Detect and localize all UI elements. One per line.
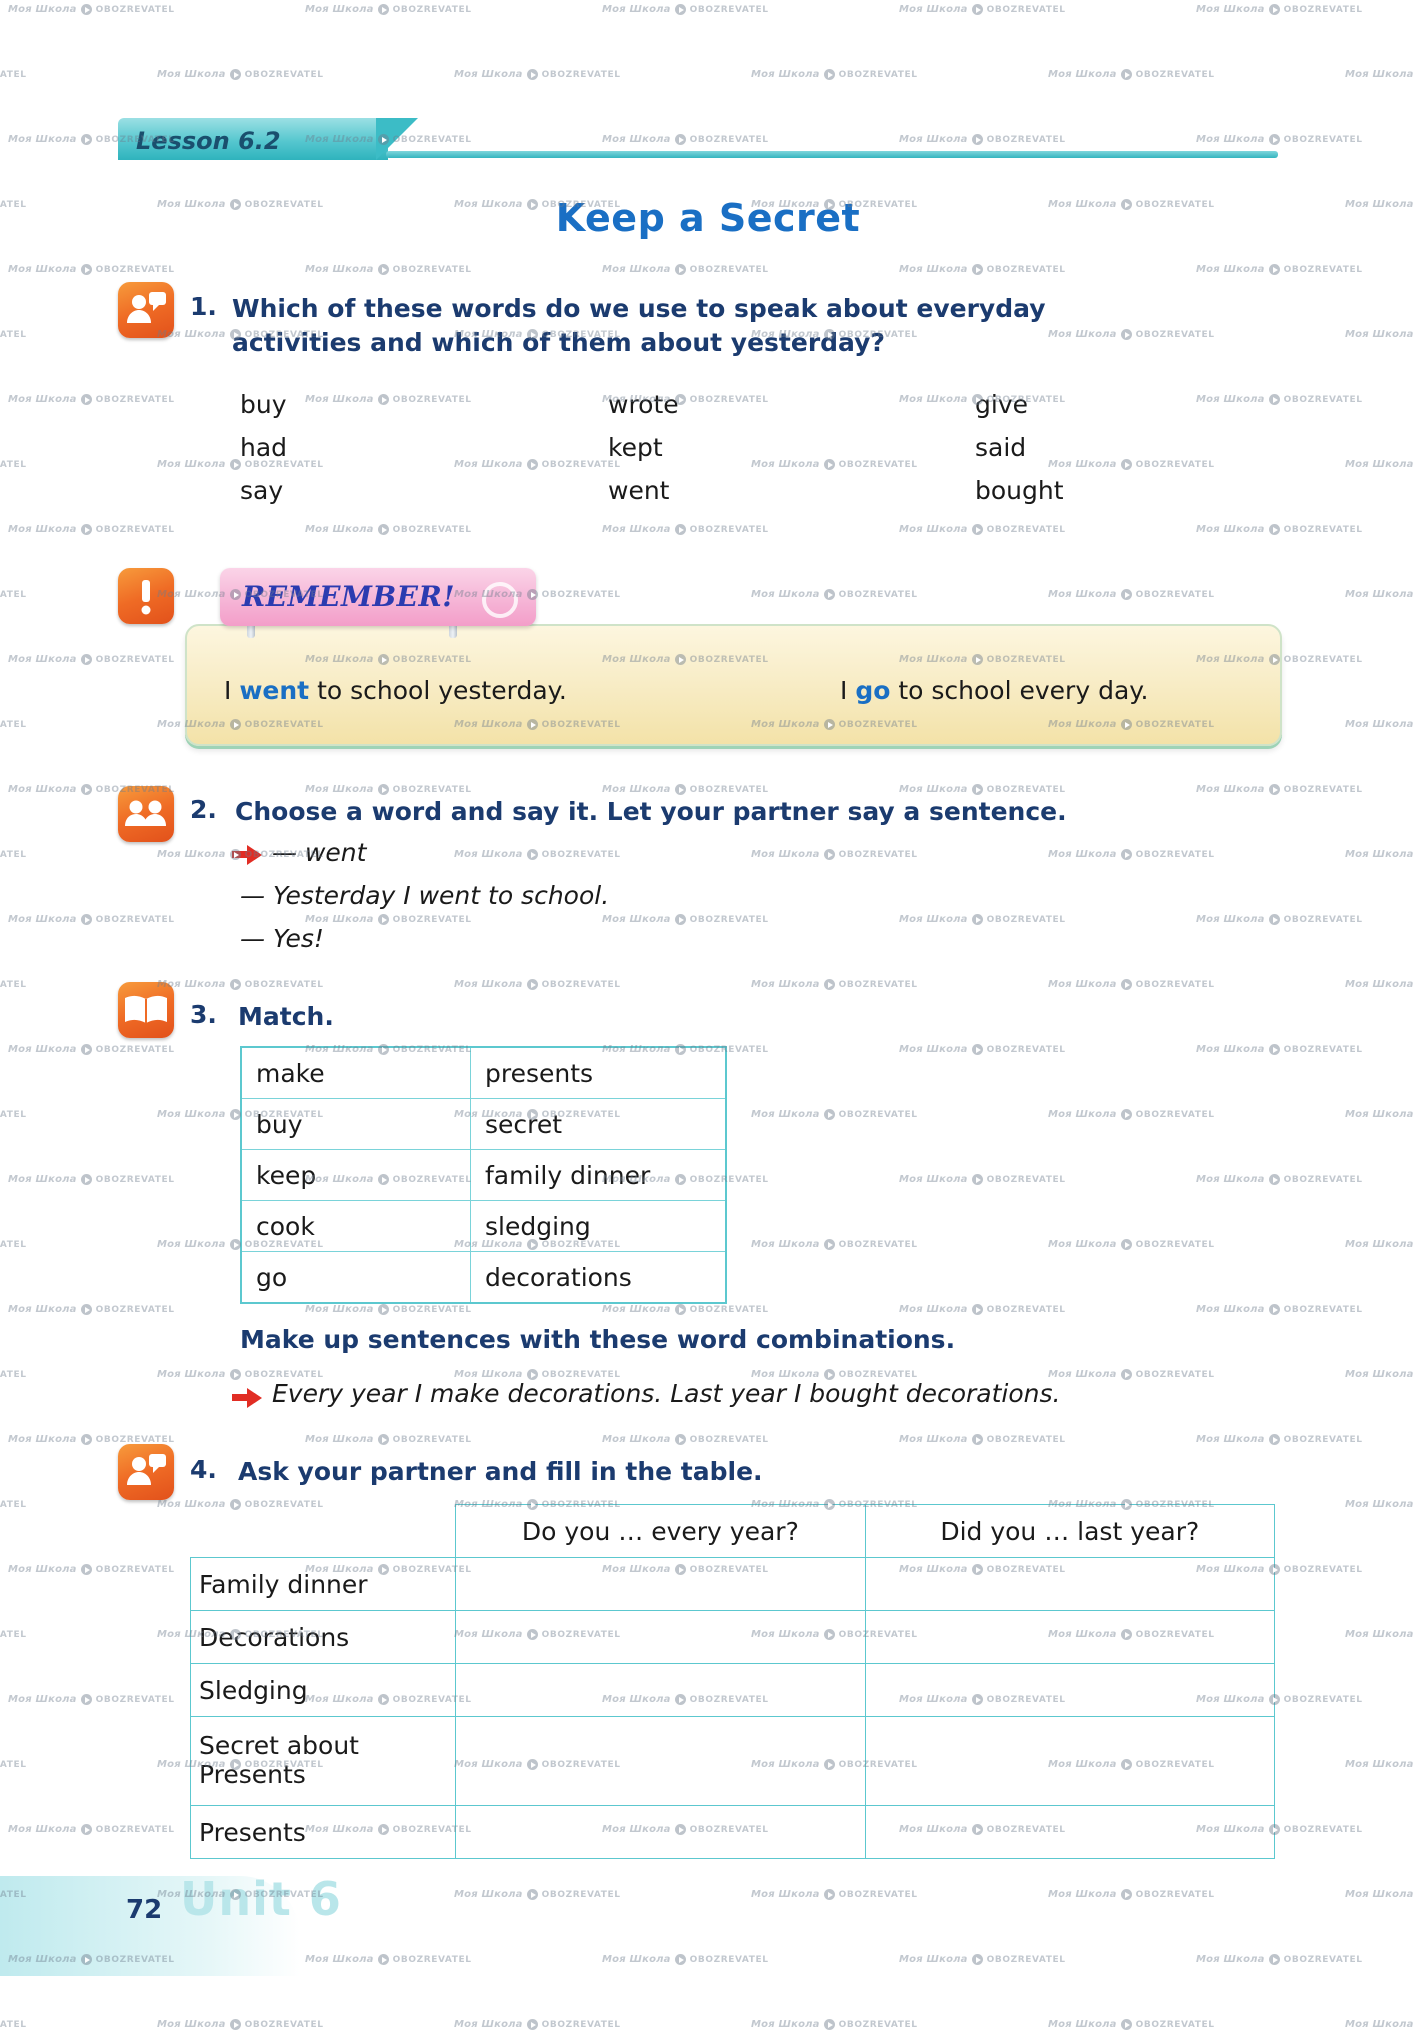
table-row: Presents (189, 1805, 1276, 1859)
table-row: Sledging (189, 1663, 1276, 1717)
table-row: Secret about Presents (189, 1716, 1276, 1806)
row-label: Decorations (189, 1610, 457, 1664)
watermark: Моя ШколаOBOZREVATEL (454, 2019, 621, 2030)
match-right[interactable]: sledging (470, 1200, 727, 1252)
row-label: Secret about Presents (189, 1716, 457, 1806)
watermark: Моя ШколаOBOZREVATEL (1345, 2019, 1414, 2030)
word-item: say (240, 476, 284, 505)
table-row: keep family dinner (240, 1149, 727, 1201)
task-2-text: Choose a word and say it. Let your partn… (235, 797, 1067, 826)
word-item: wrote (608, 390, 679, 419)
answer-cell[interactable] (864, 1716, 1276, 1806)
task-1-line1: Which of these words do we use to speak … (232, 294, 1046, 323)
table-row: buy secret (240, 1098, 727, 1150)
match-right[interactable]: secret (470, 1098, 727, 1150)
page-title: Keep a Secret (555, 196, 861, 240)
answer-cell[interactable] (864, 1610, 1276, 1664)
task-4-text: Ask your partner and fill in the table. (238, 1457, 763, 1486)
task-3-followup: Make up sentences with these word combin… (240, 1325, 956, 1354)
row-label: Family dinner (189, 1557, 457, 1611)
task-1-line2: activities and which of them about yeste… (232, 327, 885, 357)
row-label: Sledging (189, 1663, 457, 1717)
match-right[interactable]: presents (470, 1046, 727, 1099)
remember-right-bold: go (855, 676, 891, 705)
task-3-example: Every year I make decorations. Last year… (272, 1379, 1061, 1408)
word-item: went (608, 476, 670, 505)
open-book-icon (118, 982, 174, 1038)
table-row: go decorations (240, 1251, 727, 1304)
word-item: had (240, 433, 288, 462)
answer-cell[interactable] (455, 1610, 866, 1664)
word-item: kept (608, 433, 663, 462)
task-1-number: 1. (190, 292, 217, 321)
two-people-icon (118, 786, 174, 842)
page-content: Lesson 6.2 Keep a Secret 1. Which of the… (0, 0, 1416, 2000)
person-speech-icon (118, 1444, 174, 1500)
arrow-icon (232, 845, 262, 865)
table-row: Decorations (189, 1610, 1276, 1664)
remember-right-post: to school every day. (890, 676, 1149, 705)
match-left[interactable]: go (240, 1251, 471, 1304)
dialog-line: — Yesterday I went to school. (240, 881, 610, 910)
match-right[interactable]: family dinner (470, 1149, 727, 1201)
table-corner (191, 1505, 456, 1558)
match-left[interactable]: cook (240, 1200, 471, 1252)
remember-right-pre: I (840, 676, 856, 705)
exclamation-icon (118, 568, 174, 624)
task-2-number: 2. (190, 795, 217, 824)
answer-cell[interactable] (455, 1663, 866, 1717)
answer-cell[interactable] (864, 1663, 1276, 1717)
lesson-banner: Lesson 6.2 (118, 118, 1278, 160)
match-left[interactable]: keep (240, 1149, 471, 1201)
remember-badge-label: REMEMBER! (242, 580, 456, 613)
answer-cell[interactable] (455, 1557, 866, 1611)
watermark: Моя ШколаOBOZREVATEL (0, 2019, 27, 2030)
page-number: 72 (126, 1895, 163, 1925)
remember-left-post: to school yesterday. (309, 676, 567, 705)
remember-badge: REMEMBER! (220, 568, 536, 626)
unit-label: Unit 6 (180, 1872, 342, 1926)
task-4-table: Do you … every year? Did you … last year… (189, 1504, 1276, 1859)
match-table: make presents buy secret keep family din… (240, 1046, 727, 1304)
table-header-last-year: Did you … last year? (864, 1504, 1276, 1558)
task-3-number: 3. (190, 1000, 217, 1029)
answer-cell[interactable] (455, 1805, 866, 1859)
table-header-row: Do you … every year? Did you … last year… (191, 1504, 1276, 1558)
person-speech-icon (118, 282, 174, 338)
remember-left-pre: I (224, 676, 240, 705)
match-left[interactable]: make (240, 1046, 471, 1099)
dialog-line: — went (272, 838, 367, 867)
task-4-number: 4. (190, 1455, 217, 1484)
remember-right-sentence: I go to school every day. (840, 676, 1148, 705)
word-item: buy (240, 390, 287, 419)
row-label: Presents (189, 1805, 457, 1859)
arrow-icon (232, 1388, 262, 1408)
table-row: cook sledging (240, 1200, 727, 1252)
watermark: Моя ШколаOBOZREVATEL (1048, 2019, 1215, 2030)
lesson-label: Lesson 6.2 (136, 127, 281, 155)
lesson-rule (386, 151, 1278, 158)
word-item: said (975, 433, 1027, 462)
remember-left-sentence: I went to school yesterday. (224, 676, 567, 705)
match-right[interactable]: decorations (470, 1251, 727, 1304)
table-row: make presents (240, 1046, 727, 1099)
table-header-every-year: Do you … every year? (455, 1504, 866, 1558)
word-item: give (975, 390, 1028, 419)
remember-left-bold: went (239, 676, 310, 705)
answer-cell[interactable] (455, 1716, 866, 1806)
match-left[interactable]: buy (240, 1098, 471, 1150)
watermark: Моя ШколаOBOZREVATEL (157, 2019, 324, 2030)
word-item: bought (975, 476, 1064, 505)
dialog-line: — Yes! (240, 924, 324, 953)
remember-badge-ring (482, 582, 518, 618)
watermark: Моя ШколаOBOZREVATEL (751, 2019, 918, 2030)
answer-cell[interactable] (864, 1805, 1276, 1859)
answer-cell[interactable] (864, 1557, 1276, 1611)
table-row: Family dinner (189, 1557, 1276, 1611)
task-3-text: Match. (238, 1002, 334, 1031)
